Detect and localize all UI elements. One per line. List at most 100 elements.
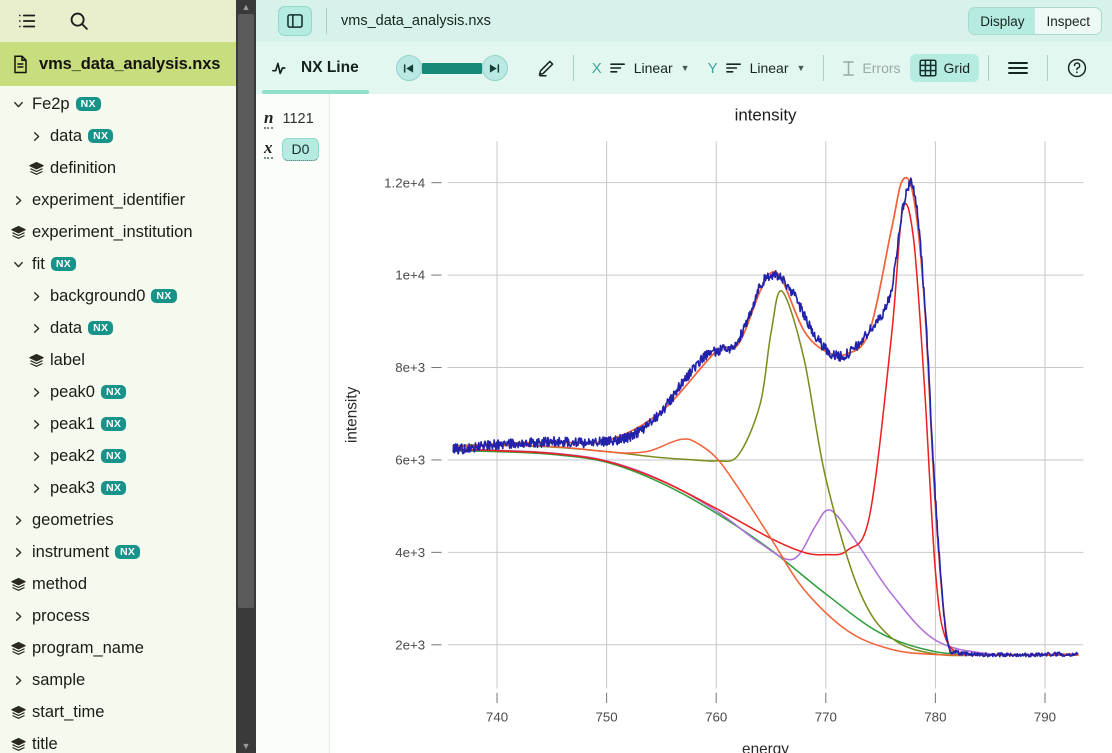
chevron-right-icon[interactable] — [28, 322, 44, 335]
chevron-right-icon[interactable] — [28, 450, 44, 463]
errors-toggle[interactable]: Errors — [833, 55, 909, 82]
nx-badge: NX — [100, 385, 127, 399]
stack-icon — [10, 225, 26, 240]
plot-toolbar: NX Line X Linear ▼ Y Linear ▼ Errors Gri… — [256, 42, 1112, 94]
sidebar-toolbar — [0, 0, 256, 42]
scale-lines-icon — [725, 61, 743, 75]
search-icon[interactable] — [64, 6, 94, 36]
chevron-right-icon[interactable] — [10, 194, 26, 207]
main-panel: vms_data_analysis.nxs Display Inspect NX… — [256, 0, 1112, 753]
tree-item-sample[interactable]: sample — [0, 664, 256, 696]
tree-item-title[interactable]: title — [0, 728, 256, 753]
tab-nx-line-label: NX Line — [301, 59, 359, 76]
tree-item-peak0[interactable]: peak0 NX — [0, 376, 256, 408]
open-file-row[interactable]: vms_data_analysis.nxs — [0, 42, 256, 86]
nx-badge: NX — [100, 417, 127, 431]
tree-item-label[interactable]: label — [0, 344, 256, 376]
tree-item-label: peak1 — [50, 414, 95, 433]
tree-item-data[interactable]: data NX — [0, 120, 256, 152]
tree-item-label: geometries — [32, 510, 114, 529]
tree-item-process[interactable]: process — [0, 600, 256, 632]
tree-item-label: program_name — [32, 638, 144, 657]
tree-item-label: background0 — [50, 286, 146, 305]
stack-icon — [28, 353, 44, 368]
line-chart[interactable]: intensity 740 750 760 770 780 790 2e+3 4e+3 6e+3 8… — [330, 94, 1112, 753]
frame-slider[interactable] — [395, 55, 508, 81]
tree-item-start_time[interactable]: start_time — [0, 696, 256, 728]
scroll-thumb[interactable] — [238, 14, 254, 608]
tree-item-label: experiment_identifier — [32, 190, 186, 209]
variable-panel: n 1121 x D0 — [256, 94, 330, 753]
grid-label: Grid — [943, 60, 970, 76]
n-symbol: n — [264, 108, 274, 129]
tree-item-geometries[interactable]: geometries — [0, 504, 256, 536]
mode-inspect-button[interactable]: Inspect — [1035, 8, 1101, 34]
x-scale-select[interactable]: X Linear ▼ — [583, 55, 699, 82]
variable-row-n: n 1121 — [264, 104, 329, 134]
nx-badge: NX — [88, 129, 114, 143]
tree-item-definition[interactable]: definition — [0, 152, 256, 184]
tree-item-experiment_identifier[interactable]: experiment_identifier — [0, 184, 256, 216]
nx-badge: NX — [100, 449, 127, 463]
tree-list[interactable]: Fe2p NX data NX definition experiment_identif… — [0, 86, 256, 753]
list-icon[interactable] — [12, 6, 42, 36]
chevron-right-icon[interactable] — [28, 482, 44, 495]
tree-item-Fe2p[interactable]: Fe2p NX — [0, 88, 256, 120]
tree-item-experiment_institution[interactable]: experiment_institution — [0, 216, 256, 248]
toolbar-divider-4 — [1047, 55, 1048, 81]
tree-item-label: start_time — [32, 702, 105, 721]
chevron-right-icon[interactable] — [28, 386, 44, 399]
plot-area: n 1121 x D0 intensity 740 750 760 770 780 790 2… — [256, 94, 1112, 753]
grid-toggle[interactable]: Grid — [909, 54, 979, 82]
chevron-right-icon[interactable] — [10, 514, 26, 527]
tab-nx-line[interactable]: NX Line — [256, 42, 375, 94]
tree-item-peak2[interactable]: peak2 NX — [0, 440, 256, 472]
nx-badge: NX — [100, 481, 127, 495]
chart-canvas[interactable]: intensity 740 750 760 770 780 790 2e+3 4e+3 6e+3 8… — [330, 94, 1112, 753]
y-scale-label: Linear — [749, 60, 789, 76]
sidebar-scrollbar[interactable]: ▲ ▼ — [236, 0, 256, 753]
nx-badge: NX — [50, 257, 77, 271]
tree-item-peak3[interactable]: peak3 NX — [0, 472, 256, 504]
help-circle-icon[interactable] — [1057, 52, 1097, 84]
sidebar-panel-icon[interactable] — [278, 6, 312, 36]
tree-item-label: peak0 — [50, 382, 95, 401]
y-scale-select[interactable]: Y Linear ▼ — [699, 55, 815, 82]
errors-label: Errors — [862, 60, 901, 76]
chevron-down-icon[interactable] — [10, 258, 26, 271]
hamburger-icon[interactable] — [998, 54, 1038, 82]
mode-switch[interactable]: Display Inspect — [968, 7, 1102, 35]
slider-start-handle[interactable] — [395, 55, 422, 81]
grid-icon — [918, 59, 937, 77]
tree-item-instrument[interactable]: instrument NX — [0, 536, 256, 568]
pencil-icon[interactable] — [527, 54, 564, 83]
nx-badge: NX — [88, 321, 114, 335]
tree-item-data[interactable]: data NX — [0, 312, 256, 344]
toolbar-divider-1 — [572, 55, 574, 81]
mode-display-button[interactable]: Display — [969, 8, 1036, 34]
scroll-down-icon[interactable]: ▼ — [236, 739, 256, 753]
chevron-right-icon[interactable] — [28, 418, 44, 431]
chevron-down-icon[interactable] — [10, 98, 26, 111]
tree-item-background0[interactable]: background0 NX — [0, 280, 256, 312]
series-peak0 — [452, 203, 1079, 656]
tree-item-peak1[interactable]: peak1 NX — [0, 408, 256, 440]
slider-end-handle[interactable] — [481, 55, 508, 81]
tree-item-fit[interactable]: fit NX — [0, 248, 256, 280]
y-tick-label: 2e+3 — [395, 637, 425, 652]
toolbar-divider-3 — [988, 55, 989, 81]
tree-item-program_name[interactable]: program_name — [0, 632, 256, 664]
chevron-right-icon[interactable] — [10, 546, 26, 559]
x-dimension-chip[interactable]: D0 — [281, 137, 320, 161]
chevron-right-icon[interactable] — [28, 130, 44, 143]
stack-icon — [10, 737, 26, 752]
chevron-right-icon[interactable] — [28, 290, 44, 303]
chevron-right-icon[interactable] — [10, 674, 26, 687]
y-tick-label: 1e+4 — [395, 268, 425, 283]
tree-item-method[interactable]: method — [0, 568, 256, 600]
scroll-up-icon[interactable]: ▲ — [236, 0, 256, 14]
line-plot-icon — [272, 59, 292, 77]
stack-icon — [28, 161, 44, 176]
chevron-right-icon[interactable] — [10, 610, 26, 623]
file-tree-sidebar: vms_data_analysis.nxs Fe2p NX data NX defini… — [0, 0, 256, 753]
